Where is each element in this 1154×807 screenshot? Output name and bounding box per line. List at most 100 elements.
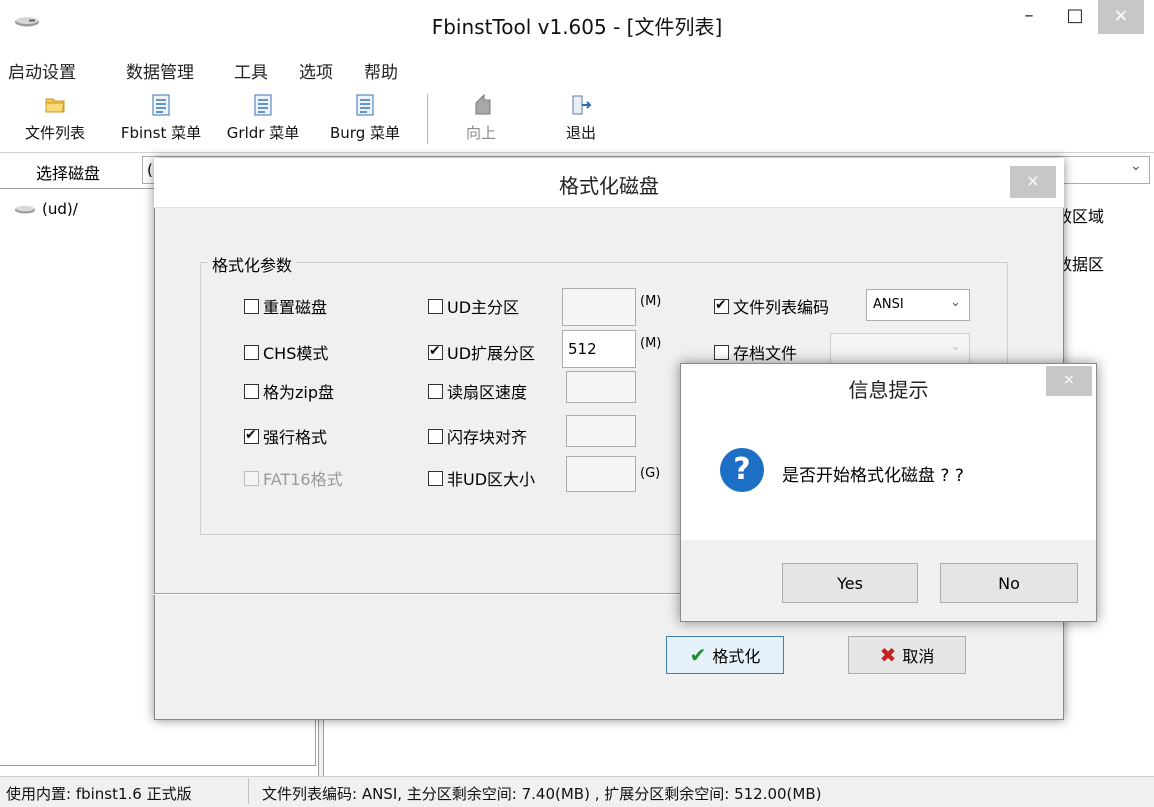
checkbox-box (428, 428, 443, 444)
tree-item-root[interactable]: (ud)/ (14, 200, 78, 218)
minimize-button[interactable]: – (1006, 0, 1052, 34)
menu-boot-settings[interactable]: 启动设置 (8, 58, 76, 83)
format-dialog-close-button[interactable]: × (1010, 166, 1056, 198)
flash-align-input[interactable] (566, 415, 636, 447)
archive-file-checkbox[interactable]: 存档文件 (714, 340, 797, 364)
fbinst-menu-label: Fbinst 菜单 (120, 124, 202, 142)
encoding-select-value: ANSI (873, 297, 904, 312)
folder-icon (45, 98, 65, 113)
format-button-label: 格式化 (712, 647, 761, 666)
list-encoding-checkbox[interactable]: 文件列表编码 (714, 294, 829, 318)
cancel-button-label: 取消 (902, 647, 935, 666)
ud-primary-checkbox[interactable]: UD主分区 (428, 294, 519, 318)
ud-extended-checkbox[interactable]: UD扩展分区 (428, 340, 535, 364)
ud-primary-unit: (M) (640, 294, 662, 309)
archive-file-select: ⌄ (830, 333, 970, 365)
non-ud-size-input[interactable] (566, 456, 636, 492)
read-speed-checkbox[interactable]: 读扇区速度 (428, 379, 527, 403)
checkbox-label: 格为zip盘 (263, 383, 335, 402)
checkbox-box (244, 383, 259, 399)
chevron-down-icon: ⌄ (950, 295, 961, 310)
checkbox-box (428, 298, 443, 314)
fbinst-menu-button[interactable]: Fbinst 菜单 (106, 92, 216, 143)
non-ud-size-unit: (G) (640, 466, 661, 481)
checkbox-box (714, 344, 729, 360)
non-ud-size-checkbox[interactable]: 非UD区大小 (428, 466, 535, 490)
status-engine: 使用内置: fbinst1.6 正式版 (6, 785, 192, 803)
file-list-button[interactable]: 文件列表 (10, 92, 100, 143)
close-button[interactable]: × (1098, 0, 1144, 34)
checkbox-label: FAT16格式 (263, 470, 343, 489)
checkbox-box (714, 297, 729, 314)
encoding-select[interactable]: ANSI ⌄ (866, 289, 970, 321)
menu-tools[interactable]: 工具 (234, 58, 268, 83)
reset-disk-checkbox[interactable]: 重置磁盘 (244, 294, 327, 318)
checkbox-box (428, 470, 443, 486)
maximize-button[interactable]: □ (1052, 0, 1098, 34)
checkbox-box (244, 344, 259, 360)
document-icon (152, 94, 170, 116)
checkbox-label: 重置磁盘 (263, 298, 328, 317)
file-list-label: 文件列表 (24, 124, 85, 142)
document-icon (254, 94, 272, 116)
grldr-menu-label: Grldr 菜单 (226, 124, 300, 142)
up-button[interactable]: 向上 (446, 92, 516, 143)
checkbox-box (244, 298, 259, 314)
checkbox-box (244, 427, 259, 444)
checkbox-label: CHS模式 (263, 344, 329, 363)
status-space-info: 文件列表编码: ANSI, 主分区剩余空间: 7.40(MB) , 扩展分区剩余… (262, 785, 822, 803)
zip-disk-checkbox[interactable]: 格为zip盘 (244, 379, 334, 403)
menu-help[interactable]: 帮助 (364, 58, 398, 83)
tree-item-label: (ud)/ (42, 200, 78, 218)
toolbar-separator (427, 94, 428, 144)
ud-primary-size-input[interactable] (562, 288, 636, 326)
no-button[interactable]: No (940, 563, 1078, 603)
force-format-checkbox[interactable]: 强行格式 (244, 424, 327, 448)
message-box-text: 是否开始格式化磁盘 ? ? (782, 466, 964, 486)
exit-door-icon (572, 95, 592, 115)
checkbox-label: UD扩展分区 (447, 344, 536, 363)
read-speed-input[interactable] (566, 371, 636, 403)
up-arrow-icon (475, 93, 491, 115)
checkbox-label: 读扇区速度 (447, 383, 528, 402)
exit-label: 退出 (565, 124, 596, 142)
menu-data-management[interactable]: 数据管理 (126, 58, 194, 83)
yes-button[interactable]: Yes (782, 563, 918, 603)
checkbox-label: 非UD区大小 (447, 470, 536, 489)
drive-icon (15, 205, 35, 214)
burg-menu-button[interactable]: Burg 菜单 (320, 92, 410, 143)
cancel-button[interactable]: ✖ 取消 (848, 636, 966, 674)
checkbox-box (244, 470, 259, 486)
message-box-close-button[interactable]: × (1046, 366, 1092, 396)
checkbox-label: UD主分区 (447, 298, 520, 317)
checkmark-icon: ✔ (689, 643, 707, 667)
grldr-menu-button[interactable]: Grldr 菜单 (218, 92, 308, 143)
menu-options[interactable]: 选项 (299, 58, 333, 83)
disk-select-value: ( (147, 161, 153, 179)
checkbox-box (428, 383, 443, 399)
message-box-title: 信息提示 (848, 378, 929, 402)
flash-align-checkbox[interactable]: 闪存块对齐 (428, 424, 527, 448)
chs-mode-checkbox[interactable]: CHS模式 (244, 340, 328, 364)
format-button[interactable]: ✔ 格式化 (666, 636, 784, 674)
exit-button[interactable]: 退出 (546, 92, 616, 143)
format-params-title: 格式化参数 (208, 252, 297, 276)
document-icon (356, 94, 374, 116)
disk-select-label: 选择磁盘 (36, 164, 101, 183)
checkbox-label: 强行格式 (263, 428, 328, 447)
chevron-down-icon[interactable]: ⌄ (1130, 158, 1142, 174)
checkbox-label: 闪存块对齐 (447, 428, 528, 447)
up-label: 向上 (465, 124, 496, 142)
ud-extended-size-input[interactable]: 512 (562, 330, 636, 368)
cross-icon: ✖ (879, 643, 897, 667)
fat16-checkbox: FAT16格式 (244, 466, 343, 490)
burg-menu-label: Burg 菜单 (330, 124, 400, 142)
window-title: FbinstTool v1.605 - [文件列表] (431, 15, 723, 39)
checkbox-label: 文件列表编码 (733, 298, 830, 317)
checkbox-box (428, 343, 443, 360)
checkbox-label: 存档文件 (733, 344, 798, 363)
chevron-down-icon: ⌄ (950, 339, 961, 354)
ud-extended-unit: (M) (640, 336, 662, 351)
question-icon: ? (720, 448, 764, 492)
status-separator (248, 778, 249, 804)
